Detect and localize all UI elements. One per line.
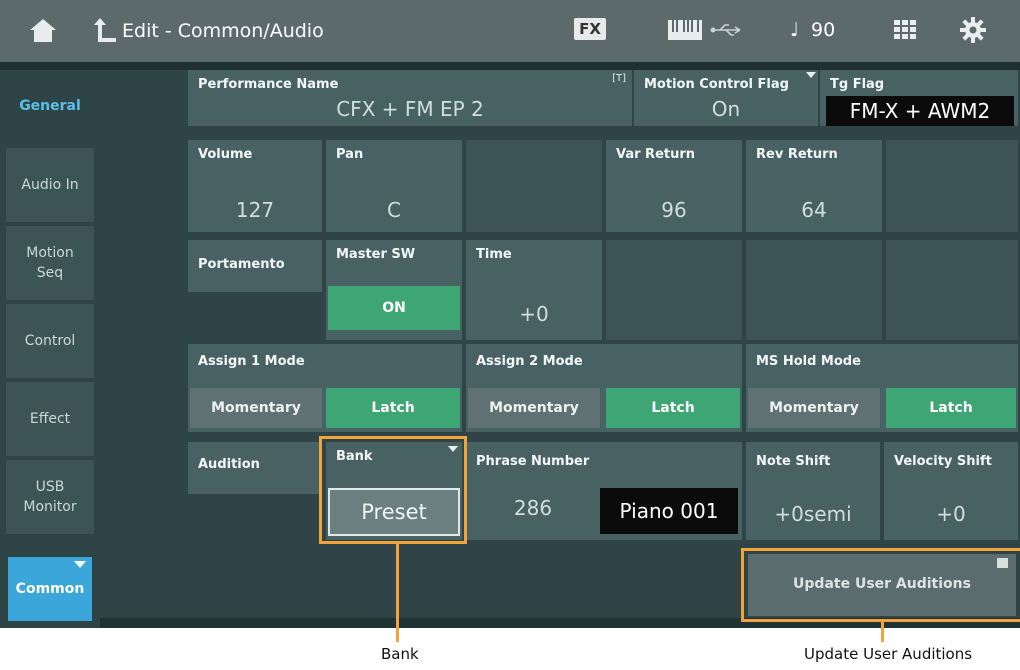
tempo-value: 90: [811, 19, 836, 41]
sidebar-tabs: General Audio In Motion Seq Control Effe…: [0, 70, 100, 628]
velocity-shift-label: Velocity Shift: [894, 454, 992, 469]
phrase-number-value: 286: [513, 496, 553, 520]
tg-flag-field: Tg Flag FM-X + AWM2: [820, 70, 1018, 126]
gear-icon[interactable]: [960, 17, 986, 47]
motion-control-flag-field[interactable]: Motion Control Flag On: [634, 70, 818, 126]
pan-value: C: [387, 198, 401, 222]
performance-name-field[interactable]: Performance Name [T] CFX + FM EP 2: [188, 70, 632, 126]
bank-highlight: [319, 436, 467, 544]
tab-audio-in-label: Audio In: [21, 176, 79, 193]
empty-slot: [606, 240, 742, 340]
chevron-down-icon: [74, 561, 86, 568]
empty-slot: [466, 140, 602, 232]
home-icon[interactable]: [28, 16, 58, 48]
tab-common[interactable]: Common: [8, 557, 92, 621]
keyboard-icon: [668, 20, 702, 44]
tab-control-label: Control: [24, 332, 76, 349]
master-sw-toggle[interactable]: ON: [328, 286, 460, 330]
volume-field[interactable]: Volume 127: [188, 140, 322, 232]
back-icon[interactable]: [94, 16, 118, 48]
usb-icon: [710, 22, 744, 42]
empty-slot: [886, 140, 1018, 232]
motion-control-flag-value: On: [711, 97, 741, 121]
var-return-label: Var Return: [616, 147, 696, 162]
assign2-latch-button[interactable]: Latch: [606, 388, 740, 428]
tab-effect[interactable]: Effect: [6, 382, 94, 456]
rev-return-field[interactable]: Rev Return 64: [746, 140, 882, 232]
note-shift-value: +0semi: [774, 502, 852, 526]
empty-slot: [746, 240, 882, 340]
note-shift-field[interactable]: Note Shift +0semi: [746, 442, 880, 540]
rev-return-label: Rev Return: [756, 147, 838, 162]
motion-control-flag-label: Motion Control Flag: [644, 77, 789, 92]
var-return-field[interactable]: Var Return 96: [606, 140, 742, 232]
tab-common-label: Common: [15, 581, 85, 597]
tab-usb-monitor-label: USB Monitor: [23, 478, 77, 515]
tempo-display[interactable]: ♩ 90: [790, 19, 835, 41]
pan-label: Pan: [336, 147, 364, 162]
assign1-latch-button[interactable]: Latch: [326, 388, 460, 428]
time-label: Time: [476, 247, 512, 262]
var-return-value: 96: [661, 198, 687, 222]
ms-hold-momentary-button[interactable]: Momentary: [748, 388, 880, 428]
dropdown-triangle-icon: [806, 72, 816, 78]
update-callout-label: Update User Auditions: [804, 645, 973, 663]
tab-motion-seq-label: Motion Seq: [26, 244, 74, 281]
assign1-mode-label: Assign 1 Mode: [198, 354, 305, 369]
empty-slot: [886, 240, 1018, 340]
tab-effect-label: Effect: [29, 410, 71, 427]
phrase-name: Piano 001: [600, 488, 738, 534]
tab-control[interactable]: Control: [6, 304, 94, 378]
top-bar: Edit - Common/Audio FX ♩ 90: [0, 0, 1020, 62]
pan-field[interactable]: Pan C: [326, 140, 462, 232]
phrase-number-label: Phrase Number: [476, 454, 590, 469]
tab-motion-seq[interactable]: Motion Seq: [6, 226, 94, 300]
tg-flag-label: Tg Flag: [830, 77, 885, 92]
portamento-label: Portamento: [198, 257, 285, 272]
portamento-label-cell: Portamento: [188, 240, 322, 292]
text-edit-icon: [T]: [612, 73, 626, 84]
tab-usb-monitor[interactable]: USB Monitor: [6, 460, 94, 534]
update-highlight: [741, 548, 1020, 622]
rev-return-value: 64: [801, 198, 827, 222]
volume-label: Volume: [198, 147, 253, 162]
assign1-momentary-button[interactable]: Momentary: [190, 388, 322, 428]
update-leader-line: [881, 622, 884, 642]
tab-general-label: General: [19, 97, 81, 114]
grid-icon[interactable]: [894, 20, 916, 44]
time-value: +0: [519, 302, 549, 326]
velocity-shift-field[interactable]: Velocity Shift +0: [884, 442, 1018, 540]
tg-flag-value: FM-X + AWM2: [826, 96, 1014, 126]
performance-name-value: CFX + FM EP 2: [336, 97, 484, 121]
performance-name-label: Performance Name: [198, 77, 339, 92]
phrase-number-field[interactable]: Phrase Number 286 Piano 001: [466, 442, 742, 540]
synth-screen: Edit - Common/Audio FX ♩ 90 General Audi…: [0, 0, 1020, 628]
audition-label: Audition: [198, 457, 260, 472]
velocity-shift-value: +0: [936, 502, 966, 526]
note-icon: ♩: [790, 19, 799, 41]
page-title: Edit - Common/Audio: [122, 20, 324, 42]
master-sw-label: Master SW: [336, 247, 416, 262]
tab-audio-in[interactable]: Audio In: [6, 148, 94, 222]
assign2-momentary-button[interactable]: Momentary: [468, 388, 600, 428]
note-shift-label: Note Shift: [756, 454, 831, 469]
assign2-mode-label: Assign 2 Mode: [476, 354, 583, 369]
fx-badge[interactable]: FX: [574, 18, 606, 40]
bank-callout-label: Bank: [381, 645, 419, 663]
audition-label-cell: Audition: [188, 442, 322, 494]
top-bar-divider: [0, 62, 1020, 70]
time-field[interactable]: Time +0: [466, 240, 602, 340]
ms-hold-mode-label: MS Hold Mode: [756, 354, 861, 369]
tab-general[interactable]: General: [6, 70, 94, 142]
ms-hold-latch-button[interactable]: Latch: [886, 388, 1016, 428]
bank-leader-line: [396, 544, 399, 642]
volume-value: 127: [235, 198, 275, 222]
